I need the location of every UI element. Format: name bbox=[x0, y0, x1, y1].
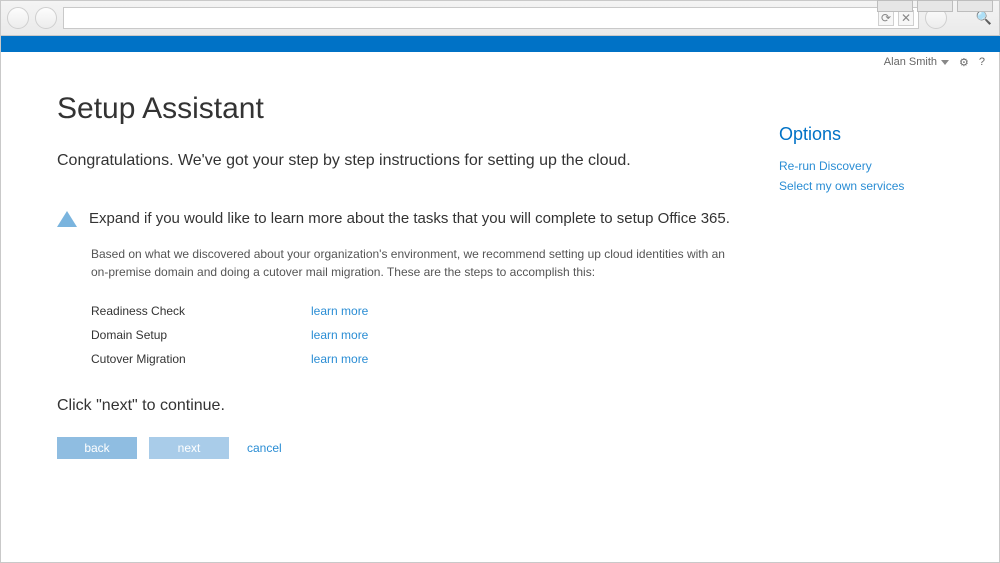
cancel-link[interactable]: cancel bbox=[247, 441, 282, 455]
page-title: Setup Assistant bbox=[57, 92, 739, 126]
utility-bar: Alan Smith ⚙ ? bbox=[0, 52, 1000, 72]
refresh-icon[interactable]: ⟳ bbox=[878, 10, 894, 26]
rerun-discovery-link[interactable]: Re-run Discovery bbox=[779, 159, 979, 173]
wizard-buttons: back next cancel bbox=[57, 437, 739, 459]
window-minimize-button[interactable] bbox=[877, 0, 913, 12]
page-subtitle: Congratulations. We've got your step by … bbox=[57, 152, 739, 170]
user-name: Alan Smith bbox=[884, 56, 937, 68]
settings-gear-icon[interactable]: ⚙ bbox=[959, 56, 969, 69]
task-name: Domain Setup bbox=[91, 328, 311, 342]
brand-band bbox=[0, 36, 1000, 52]
task-row: Readiness Check learn more bbox=[91, 299, 739, 323]
continue-instruction: Click "next" to continue. bbox=[57, 397, 739, 415]
select-services-link[interactable]: Select my own services bbox=[779, 179, 979, 193]
user-menu[interactable]: Alan Smith bbox=[884, 56, 949, 68]
browser-chrome: ⟳ ✕ 🔍 bbox=[0, 0, 1000, 36]
address-bar[interactable]: ⟳ ✕ bbox=[63, 7, 919, 29]
task-name: Readiness Check bbox=[91, 304, 311, 318]
learn-more-link[interactable]: learn more bbox=[311, 328, 368, 342]
window-maximize-button[interactable] bbox=[917, 0, 953, 12]
nav-forward-button[interactable] bbox=[35, 7, 57, 29]
chevron-down-icon bbox=[941, 60, 949, 65]
recommendation-text: Based on what we discovered about your o… bbox=[91, 245, 739, 281]
stop-icon[interactable]: ✕ bbox=[898, 10, 914, 26]
nav-back-button[interactable] bbox=[7, 7, 29, 29]
main-content: Setup Assistant Congratulations. We've g… bbox=[57, 92, 779, 562]
task-row: Domain Setup learn more bbox=[91, 323, 739, 347]
task-name: Cutover Migration bbox=[91, 352, 311, 366]
expand-toggle[interactable]: Expand if you would like to learn more a… bbox=[57, 210, 739, 227]
task-list: Readiness Check learn more Domain Setup … bbox=[91, 299, 739, 371]
options-title: Options bbox=[779, 124, 979, 145]
expand-label: Expand if you would like to learn more a… bbox=[89, 210, 730, 227]
window-close-button[interactable] bbox=[957, 0, 993, 12]
next-button[interactable]: next bbox=[149, 437, 229, 459]
triangle-up-icon bbox=[57, 211, 77, 227]
learn-more-link[interactable]: learn more bbox=[311, 352, 368, 366]
task-row: Cutover Migration learn more bbox=[91, 347, 739, 371]
options-panel: Options Re-run Discovery Select my own s… bbox=[779, 92, 979, 562]
back-button[interactable]: back bbox=[57, 437, 137, 459]
learn-more-link[interactable]: learn more bbox=[311, 304, 368, 318]
help-icon[interactable]: ? bbox=[979, 56, 985, 68]
window-controls bbox=[877, 0, 993, 12]
